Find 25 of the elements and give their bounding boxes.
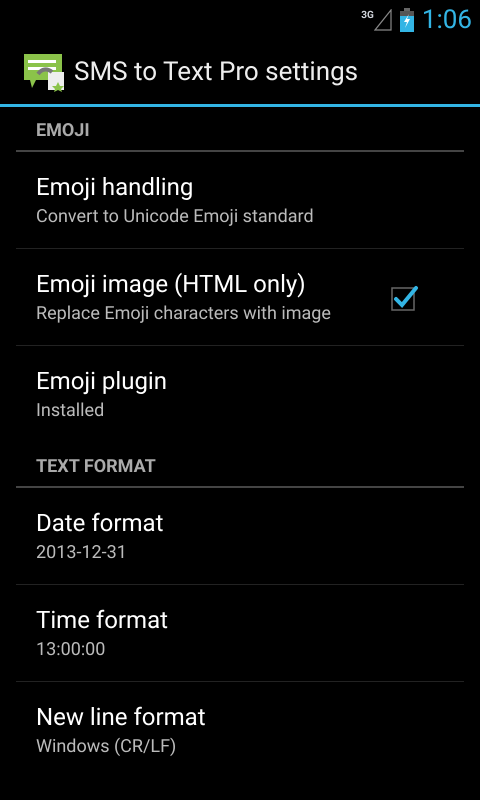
preference-item[interactable]: Emoji image (HTML only) Replace Emoji characters with image (16, 249, 464, 346)
preference-summary: 13:00:00 (36, 638, 106, 662)
app-icon (22, 52, 66, 92)
screen-title: SMS to Text Pro settings (74, 56, 358, 88)
preference-summary: Replace Emoji characters with image (36, 302, 332, 326)
preference-item[interactable]: Emoji plugin Installed (16, 346, 464, 443)
category-header: EMOJI (36, 119, 90, 143)
preference-summary: 2013-12-31 (36, 542, 128, 564)
preference-summary: Windows (CR/LF) (36, 736, 178, 759)
preference-item[interactable]: Emoji handling Convert to Unicode Emoji standard (16, 152, 464, 249)
preference-title: Emoji image (HTML only) (36, 268, 307, 299)
clock: 1:06 (422, 7, 472, 33)
preference-title: New line format (36, 702, 207, 732)
preference-item[interactable]: New line format Windows (CR/LF) (16, 682, 464, 779)
preference-title: Time format (36, 604, 169, 635)
preference-title: Emoji handling (36, 172, 194, 202)
preference-summary: Convert to Unicode Emoji standard (36, 206, 315, 228)
preference-summary: Installed (36, 400, 106, 423)
preference-title: Date format (36, 508, 164, 538)
battery-icon (400, 8, 414, 32)
preference-item[interactable]: Date format 2013-12-31 (16, 488, 464, 585)
category-header: TEXT FORMAT (36, 455, 156, 479)
preference-item[interactable]: Time format 13:00:00 (16, 585, 464, 682)
preference-title: Emoji plugin (36, 366, 168, 396)
network-type: 3G (361, 11, 374, 21)
